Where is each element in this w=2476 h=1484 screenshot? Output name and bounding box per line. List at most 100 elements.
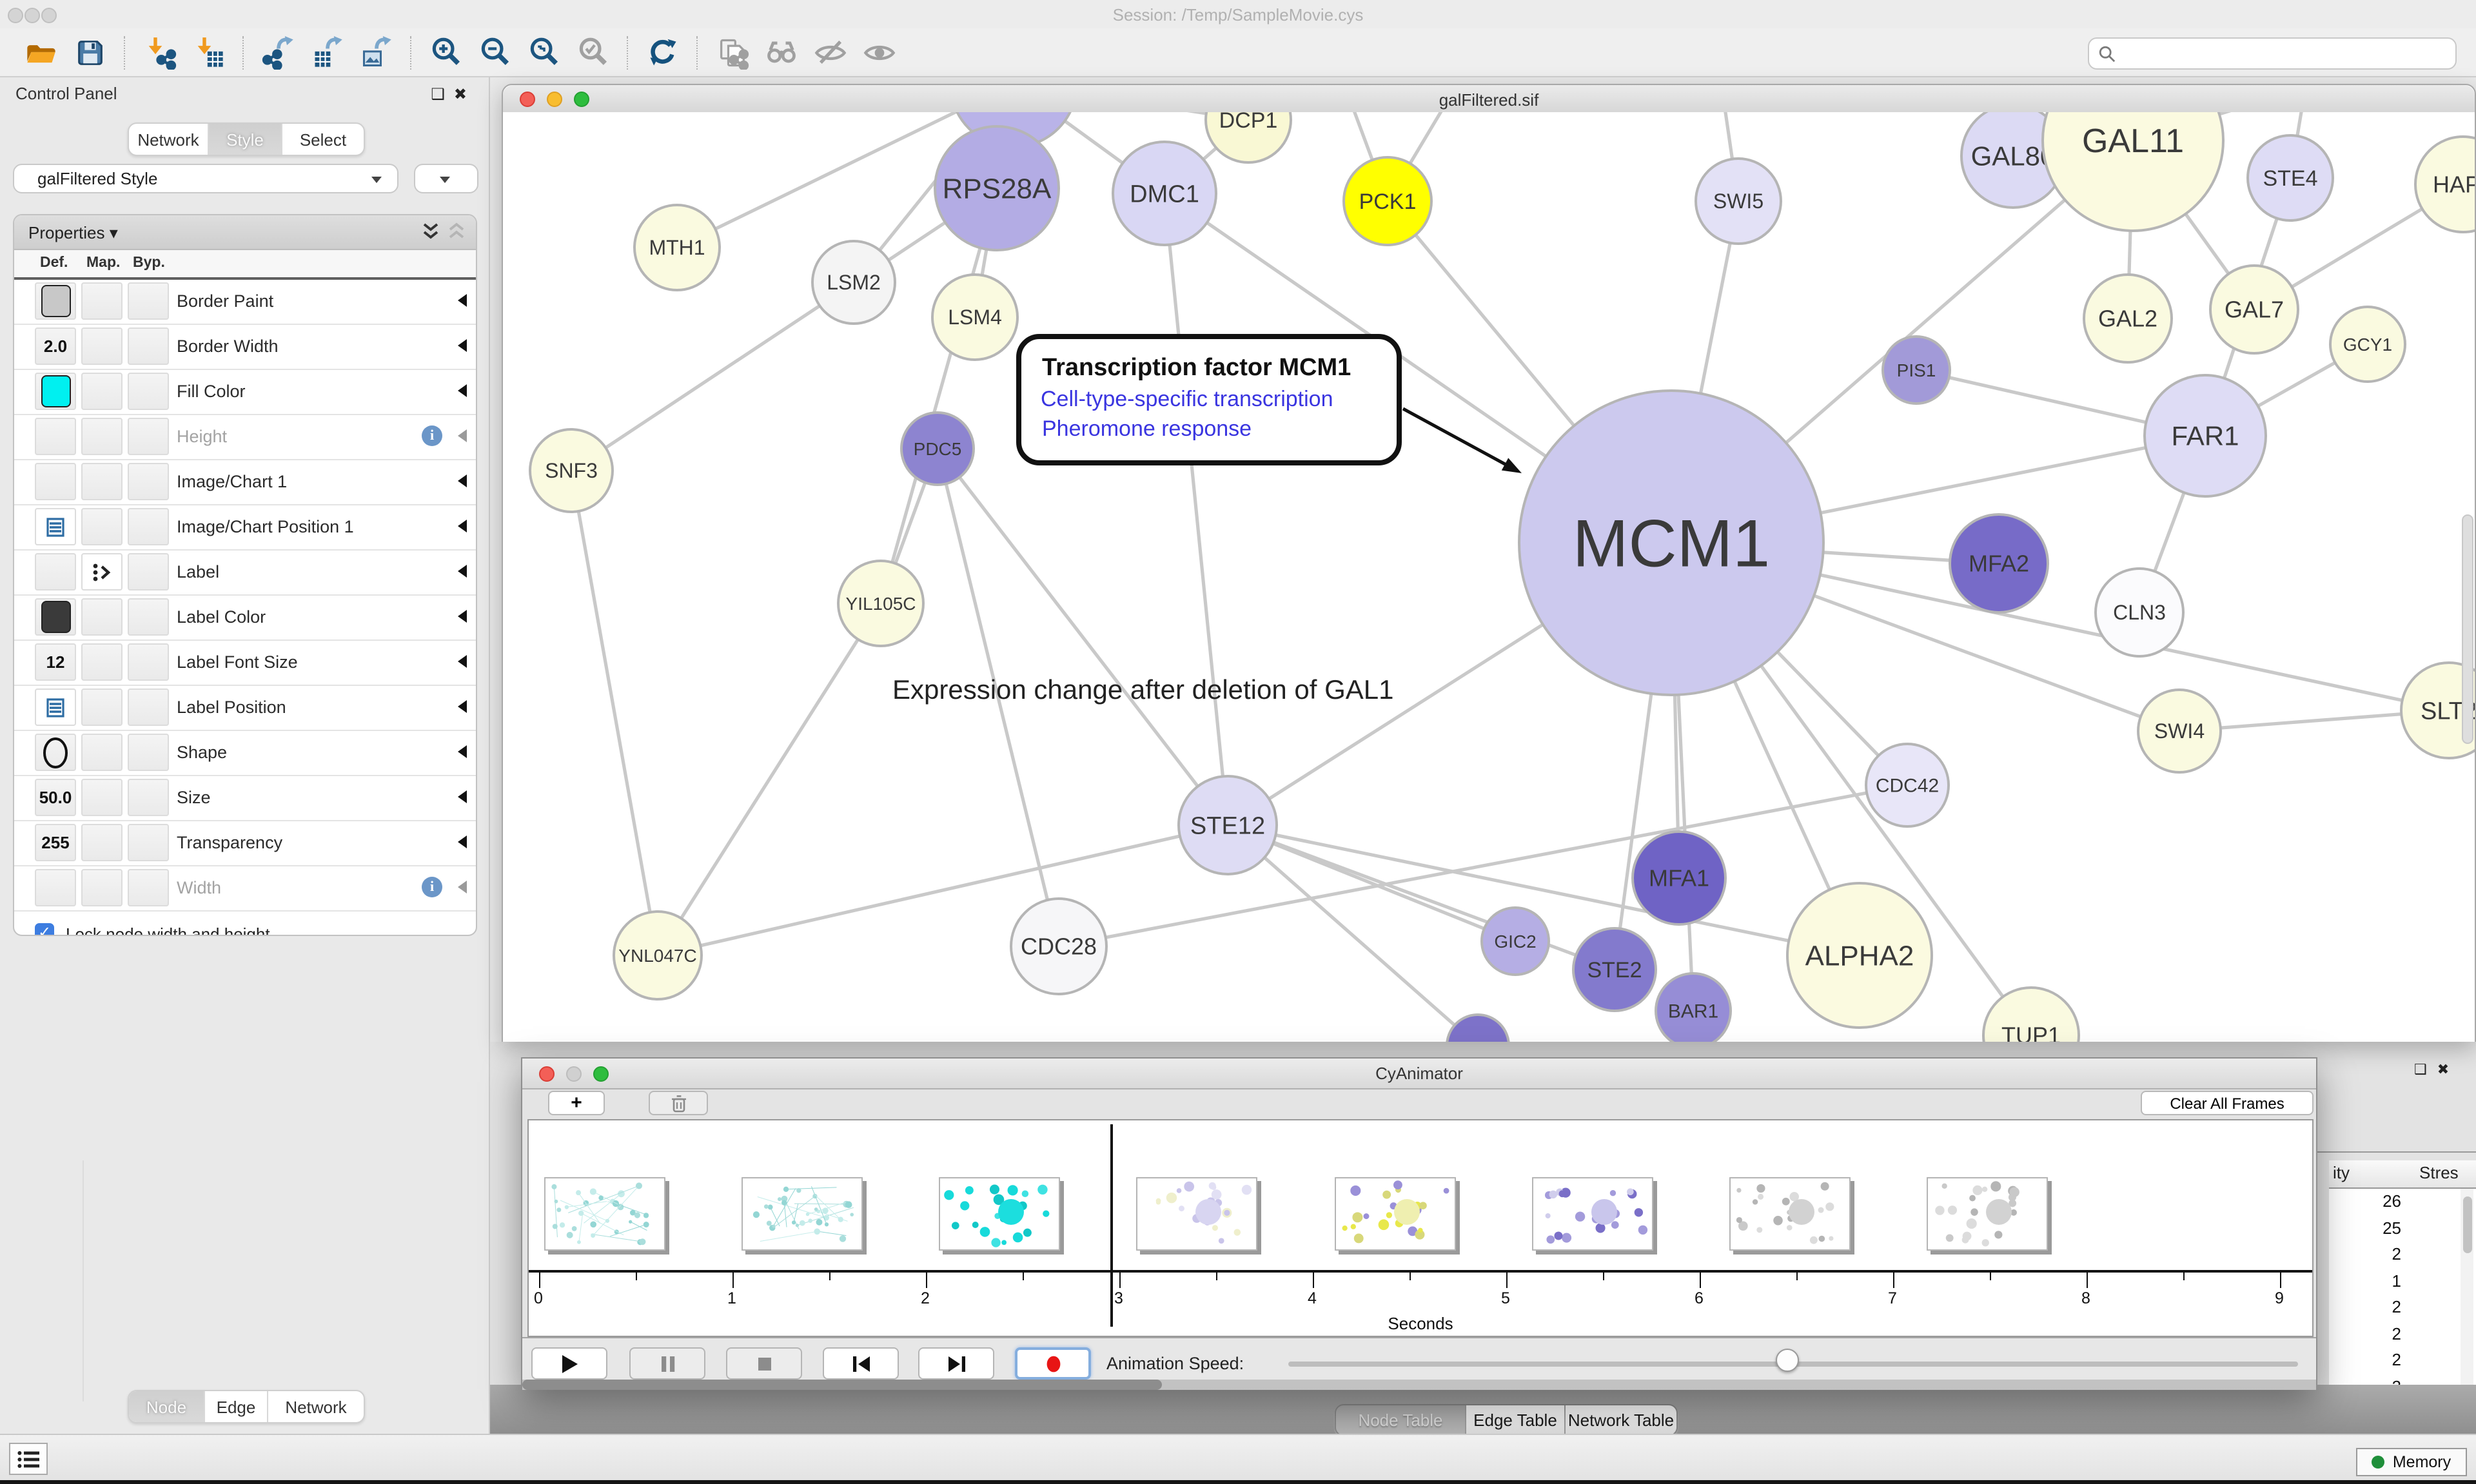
- bypass-cell[interactable]: [128, 779, 169, 816]
- default-cell[interactable]: 12: [35, 643, 76, 681]
- property-row-label-color[interactable]: Label Color: [14, 596, 476, 641]
- default-cell[interactable]: 255: [35, 824, 76, 861]
- mapping-cell[interactable]: [81, 282, 123, 320]
- property-row-fill-color[interactable]: Fill Color: [14, 370, 476, 415]
- default-cell[interactable]: 50.0: [35, 779, 76, 816]
- frame-thumbnail-4[interactable]: [1136, 1177, 1257, 1251]
- refresh-button[interactable]: [645, 34, 681, 70]
- table-row[interactable]: 2: [2329, 1347, 2476, 1374]
- mapping-cell[interactable]: [81, 643, 123, 681]
- timeline-hscrollbar-thumb[interactable]: [522, 1380, 1162, 1390]
- cyanimator-titlebar[interactable]: CyAnimator: [522, 1059, 2316, 1089]
- skip-end-button[interactable]: [918, 1347, 994, 1380]
- property-row-image-chart-1[interactable]: Image/Chart 1: [14, 460, 476, 505]
- expand-row-icon[interactable]: [458, 429, 467, 442]
- mapping-cell[interactable]: [81, 824, 123, 861]
- table-row[interactable]: 2: [2329, 1242, 2476, 1268]
- bypass-cell[interactable]: [128, 463, 169, 500]
- open-folder-button[interactable]: [23, 34, 59, 70]
- expand-row-icon[interactable]: [458, 790, 467, 803]
- table-row[interactable]: 26: [2329, 1189, 2476, 1215]
- default-cell[interactable]: [35, 282, 76, 320]
- default-cell[interactable]: [35, 869, 76, 906]
- mapping-cell[interactable]: [81, 327, 123, 365]
- default-cell[interactable]: [35, 553, 76, 591]
- info-icon[interactable]: i: [422, 877, 442, 897]
- first-neighbors-button[interactable]: [763, 34, 800, 70]
- expand-row-icon[interactable]: [458, 294, 467, 307]
- mapping-cell[interactable]: [81, 734, 123, 771]
- frame-thumbnail-2[interactable]: [742, 1177, 863, 1251]
- default-cell[interactable]: [35, 598, 76, 636]
- property-row-size[interactable]: 50.0Size: [14, 776, 476, 821]
- network-canvas[interactable]: RPS28BDCP1RPS28ADMC1PCK1SWI5GAL80GAL11ST…: [503, 112, 2475, 1042]
- expand-row-icon[interactable]: [458, 881, 467, 893]
- table-row[interactable]: 25: [2329, 1215, 2476, 1242]
- table-row[interactable]: 1: [2329, 1268, 2476, 1294]
- clear-all-frames-button[interactable]: Clear All Frames: [2141, 1091, 2314, 1115]
- expand-row-icon[interactable]: [458, 835, 467, 848]
- network-edge[interactable]: [658, 825, 1228, 955]
- add-frame-button[interactable]: +: [548, 1091, 605, 1115]
- bypass-cell[interactable]: [128, 327, 169, 365]
- default-swatch[interactable]: [41, 601, 70, 633]
- style-options-button[interactable]: [414, 164, 478, 193]
- expand-row-icon[interactable]: [458, 339, 467, 352]
- expand-row-icon[interactable]: [458, 745, 467, 758]
- network-window-titlebar[interactable]: galFiltered.sif: [503, 85, 2475, 113]
- property-row-image-chart-position-1[interactable]: Image/Chart Position 1: [14, 505, 476, 551]
- bypass-cell[interactable]: [128, 282, 169, 320]
- mapping-cell[interactable]: [81, 598, 123, 636]
- mapping-cell[interactable]: [81, 869, 123, 906]
- import-table-button[interactable]: [191, 34, 227, 70]
- mapping-cell[interactable]: [81, 688, 123, 726]
- canvas-scrollbar-thumb[interactable]: [2462, 514, 2473, 744]
- table-row[interactable]: 2: [2329, 1321, 2476, 1347]
- property-row-label[interactable]: Label: [14, 551, 476, 596]
- mapping-cell[interactable]: [81, 418, 123, 455]
- bypass-cell[interactable]: [128, 418, 169, 455]
- property-row-transparency[interactable]: 255Transparency: [14, 821, 476, 866]
- stop-button[interactable]: [726, 1347, 802, 1380]
- property-row-border-width[interactable]: 2.0Border Width: [14, 325, 476, 370]
- tab-node[interactable]: Node: [129, 1391, 204, 1422]
- table-column-headers[interactable]: ity Stres: [2329, 1160, 2476, 1189]
- table-row[interactable]: 2: [2329, 1294, 2476, 1321]
- expand-row-icon[interactable]: [458, 384, 467, 397]
- timeline[interactable]: 0123456789 Seconds: [527, 1119, 2314, 1337]
- frame-thumbnail-8[interactable]: [1927, 1177, 2048, 1251]
- property-row-label-font-size[interactable]: 12Label Font Size: [14, 641, 476, 686]
- frame-thumbnail-5[interactable]: [1335, 1177, 1456, 1251]
- expand-row-icon[interactable]: [458, 565, 467, 578]
- network-edge[interactable]: [881, 188, 997, 603]
- show-all-button[interactable]: [861, 34, 898, 70]
- network-edge[interactable]: [1228, 825, 1615, 970]
- tab-network[interactable]: Network: [129, 124, 208, 155]
- node-node_b[interactable]: [1447, 1015, 1509, 1042]
- tab-network-table[interactable]: Network Table: [1564, 1405, 1676, 1435]
- default-cell[interactable]: [35, 508, 76, 545]
- expand-row-icon[interactable]: [458, 474, 467, 487]
- copy-network-button[interactable]: [714, 34, 751, 70]
- tab-node-table[interactable]: Node Table: [1336, 1405, 1465, 1435]
- table-panel-window-icons[interactable]: ❑✖: [2414, 1061, 2459, 1078]
- tab-edge[interactable]: Edge: [204, 1391, 267, 1422]
- bypass-cell[interactable]: [128, 598, 169, 636]
- table-scrollbar-thumb[interactable]: [2462, 1196, 2471, 1253]
- default-cell[interactable]: [35, 734, 76, 771]
- collapse-all-icon[interactable]: [447, 222, 466, 242]
- info-icon[interactable]: i: [422, 425, 442, 446]
- default-swatch[interactable]: [41, 285, 70, 317]
- mapping-cell[interactable]: [81, 508, 123, 545]
- frame-thumbnail-7[interactable]: [1729, 1177, 1851, 1251]
- skip-start-button[interactable]: [823, 1347, 899, 1380]
- export-network-button[interactable]: [260, 34, 297, 70]
- property-row-label-position[interactable]: Label Position: [14, 686, 476, 731]
- network-edge[interactable]: [658, 603, 881, 955]
- delete-frame-button[interactable]: [649, 1091, 708, 1115]
- default-swatch[interactable]: [41, 375, 70, 407]
- mapping-cell[interactable]: [81, 463, 123, 500]
- default-cell[interactable]: [35, 373, 76, 410]
- default-cell[interactable]: 2.0: [35, 327, 76, 365]
- default-cell[interactable]: [35, 418, 76, 455]
